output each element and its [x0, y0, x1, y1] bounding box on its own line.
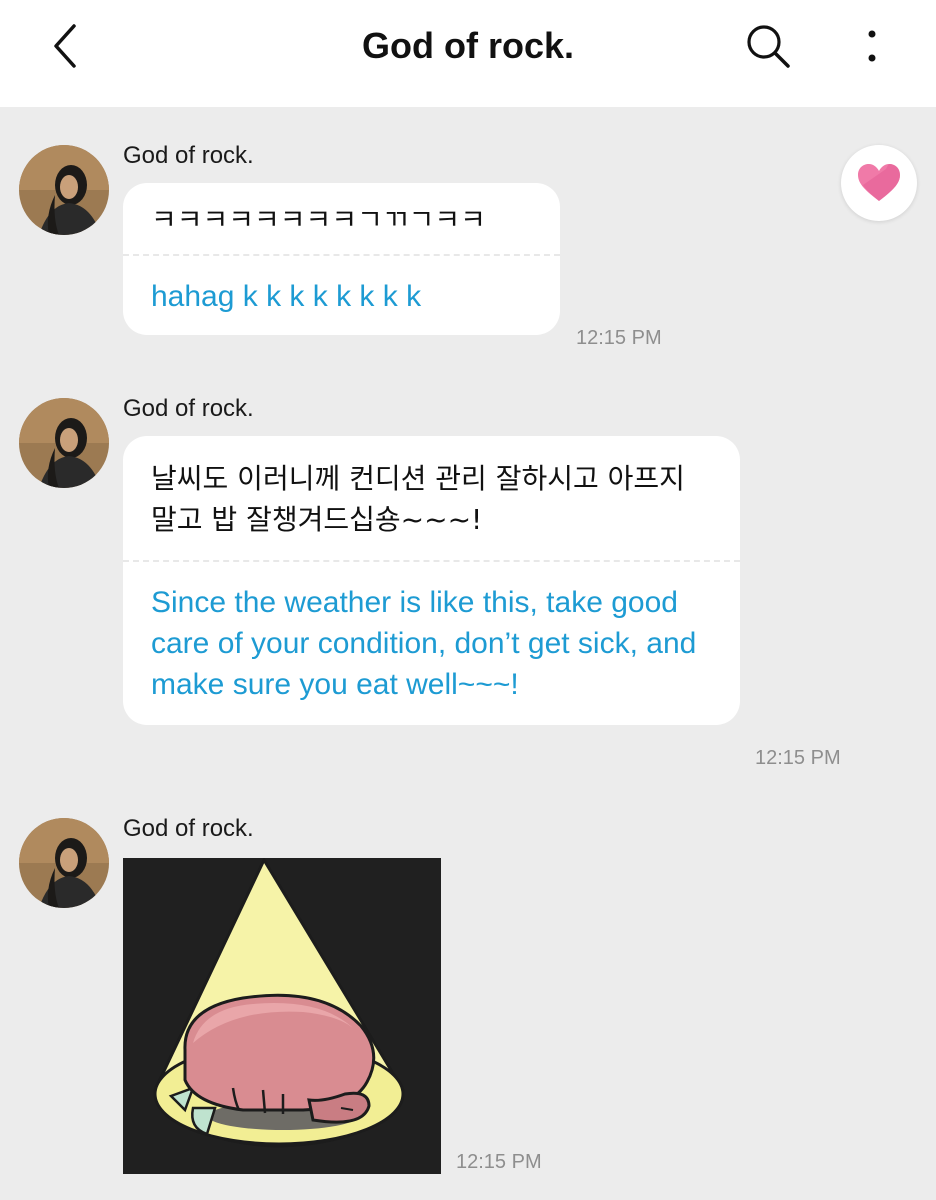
sender-name: God of rock. [123, 142, 254, 169]
search-icon [747, 25, 790, 68]
search-button[interactable] [738, 18, 798, 74]
sender-avatar[interactable] [19, 818, 109, 908]
chat-header: God of rock. [0, 0, 936, 107]
avatar-photo [19, 818, 109, 908]
back-button[interactable] [40, 18, 90, 74]
translated-text: Since the weather is like this, take goo… [151, 586, 697, 701]
sender-avatar[interactable] [19, 398, 109, 488]
sticker-image[interactable] [123, 858, 441, 1174]
more-vertical-icon [868, 30, 876, 62]
message-timestamp: 12:15 PM [576, 327, 662, 349]
chevron-left-icon [54, 24, 76, 68]
original-text: 날씨도 이러니께 컨디션 관리 잘하시고 아프지 말고 밥 잘챙겨드십숑~~~! [151, 462, 685, 536]
message-timestamp: 12:15 PM [456, 1151, 542, 1173]
message-timestamp: 12:15 PM [755, 747, 841, 769]
sleeping-creature-sticker [123, 858, 441, 1174]
more-options-button[interactable] [850, 18, 894, 74]
reaction-button[interactable] [841, 145, 917, 221]
sender-avatar[interactable] [19, 145, 109, 235]
heart-icon [858, 164, 900, 201]
sender-name: God of rock. [123, 815, 254, 842]
translated-text: hahag k k k k k k k k [151, 280, 422, 313]
avatar-photo [19, 398, 109, 488]
sender-name: God of rock. [123, 395, 254, 422]
message-bubble[interactable]: 날씨도 이러니께 컨디션 관리 잘하시고 아프지 말고 밥 잘챙겨드십숑~~~!… [123, 436, 740, 725]
original-text: ㅋㅋㅋㅋㅋㅋㅋㅋㄱㄲㄱㅋㅋ [151, 203, 486, 236]
message-bubble[interactable]: ㅋㅋㅋㅋㅋㅋㅋㅋㄱㄲㄱㅋㅋ hahag k k k k k k k k [123, 183, 560, 335]
avatar-photo [19, 145, 109, 235]
